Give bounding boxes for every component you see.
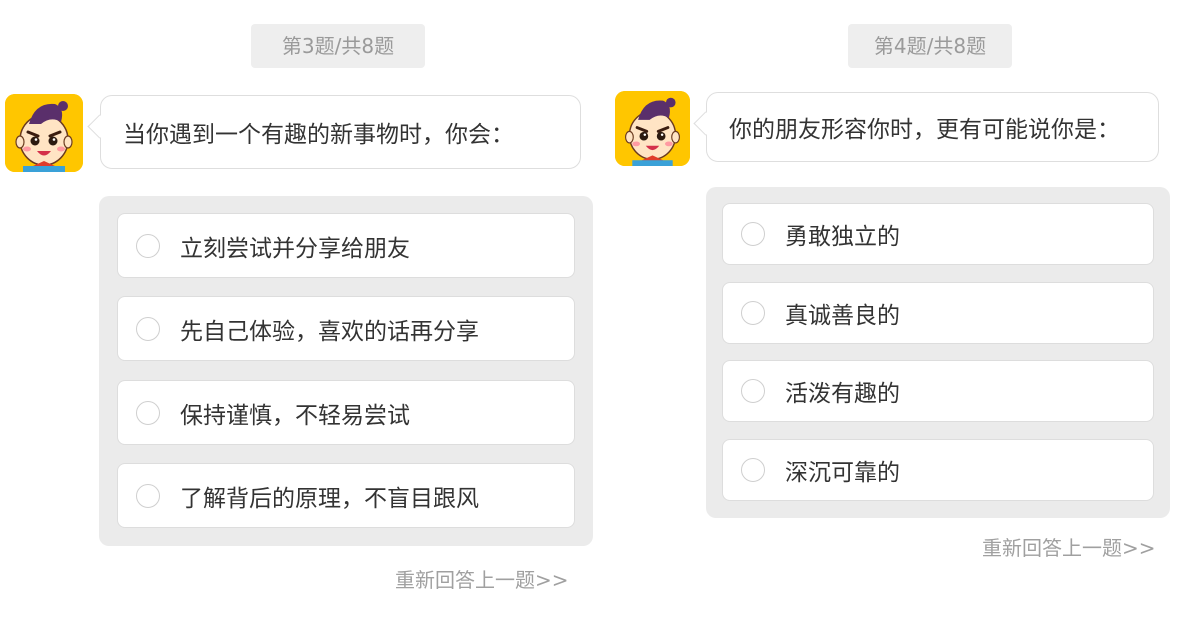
- retry-previous-link[interactable]: 重新回答上一题>>: [395, 564, 569, 593]
- cartoon-boy-avatar-icon: [615, 91, 690, 166]
- radio-unchecked-icon[interactable]: [136, 233, 160, 258]
- options-list: 立刻尝试并分享给朋友 先自己体验，喜欢的话再分享 保持谨慎，不轻易尝试 了解背后…: [99, 196, 593, 546]
- retry-previous-link[interactable]: 重新回答上一题>>: [982, 532, 1156, 561]
- radio-unchecked-icon[interactable]: [136, 483, 160, 508]
- option-label: 真诚善良的: [785, 303, 900, 329]
- question-prompt: 当你遇到一个有趣的新事物时，你会：: [123, 122, 514, 148]
- option-label: 活泼有趣的: [785, 381, 900, 407]
- options-list: 勇敢独立的 真诚善良的 活泼有趣的 深沉可靠的: [706, 187, 1170, 518]
- option-label: 保持谨慎，不轻易尝试: [180, 402, 410, 429]
- radio-unchecked-icon[interactable]: [136, 400, 160, 425]
- question-prompt: 你的朋友形容你时，更有可能说你是：: [729, 117, 1120, 143]
- option-label: 先自己体验，喜欢的话再分享: [180, 318, 479, 345]
- cartoon-boy-avatar-icon: [5, 94, 83, 172]
- question-counter: 第4题/共8题: [848, 24, 1012, 68]
- option-label: 勇敢独立的: [785, 224, 900, 250]
- option-2[interactable]: 先自己体验，喜欢的话再分享: [117, 296, 575, 361]
- radio-unchecked-icon[interactable]: [741, 301, 765, 325]
- option-3[interactable]: 活泼有趣的: [722, 360, 1154, 422]
- radio-unchecked-icon[interactable]: [741, 458, 765, 482]
- option-4[interactable]: 深沉可靠的: [722, 439, 1154, 501]
- option-1[interactable]: 立刻尝试并分享给朋友: [117, 213, 575, 278]
- option-2[interactable]: 真诚善良的: [722, 282, 1154, 344]
- option-4[interactable]: 了解背后的原理，不盲目跟风: [117, 463, 575, 528]
- avatar: [615, 91, 690, 166]
- radio-unchecked-icon[interactable]: [136, 316, 160, 341]
- radio-unchecked-icon[interactable]: [741, 222, 765, 246]
- radio-unchecked-icon[interactable]: [741, 379, 765, 403]
- option-label: 了解背后的原理，不盲目跟风: [180, 485, 479, 512]
- option-label: 立刻尝试并分享给朋友: [180, 235, 410, 262]
- question-prompt-bubble: 当你遇到一个有趣的新事物时，你会：: [100, 95, 581, 169]
- question-prompt-bubble: 你的朋友形容你时，更有可能说你是：: [706, 92, 1159, 162]
- option-label: 深沉可靠的: [785, 460, 900, 486]
- avatar: [5, 94, 83, 172]
- question-counter: 第3题/共8题: [251, 24, 425, 68]
- option-3[interactable]: 保持谨慎，不轻易尝试: [117, 380, 575, 445]
- option-1[interactable]: 勇敢独立的: [722, 203, 1154, 265]
